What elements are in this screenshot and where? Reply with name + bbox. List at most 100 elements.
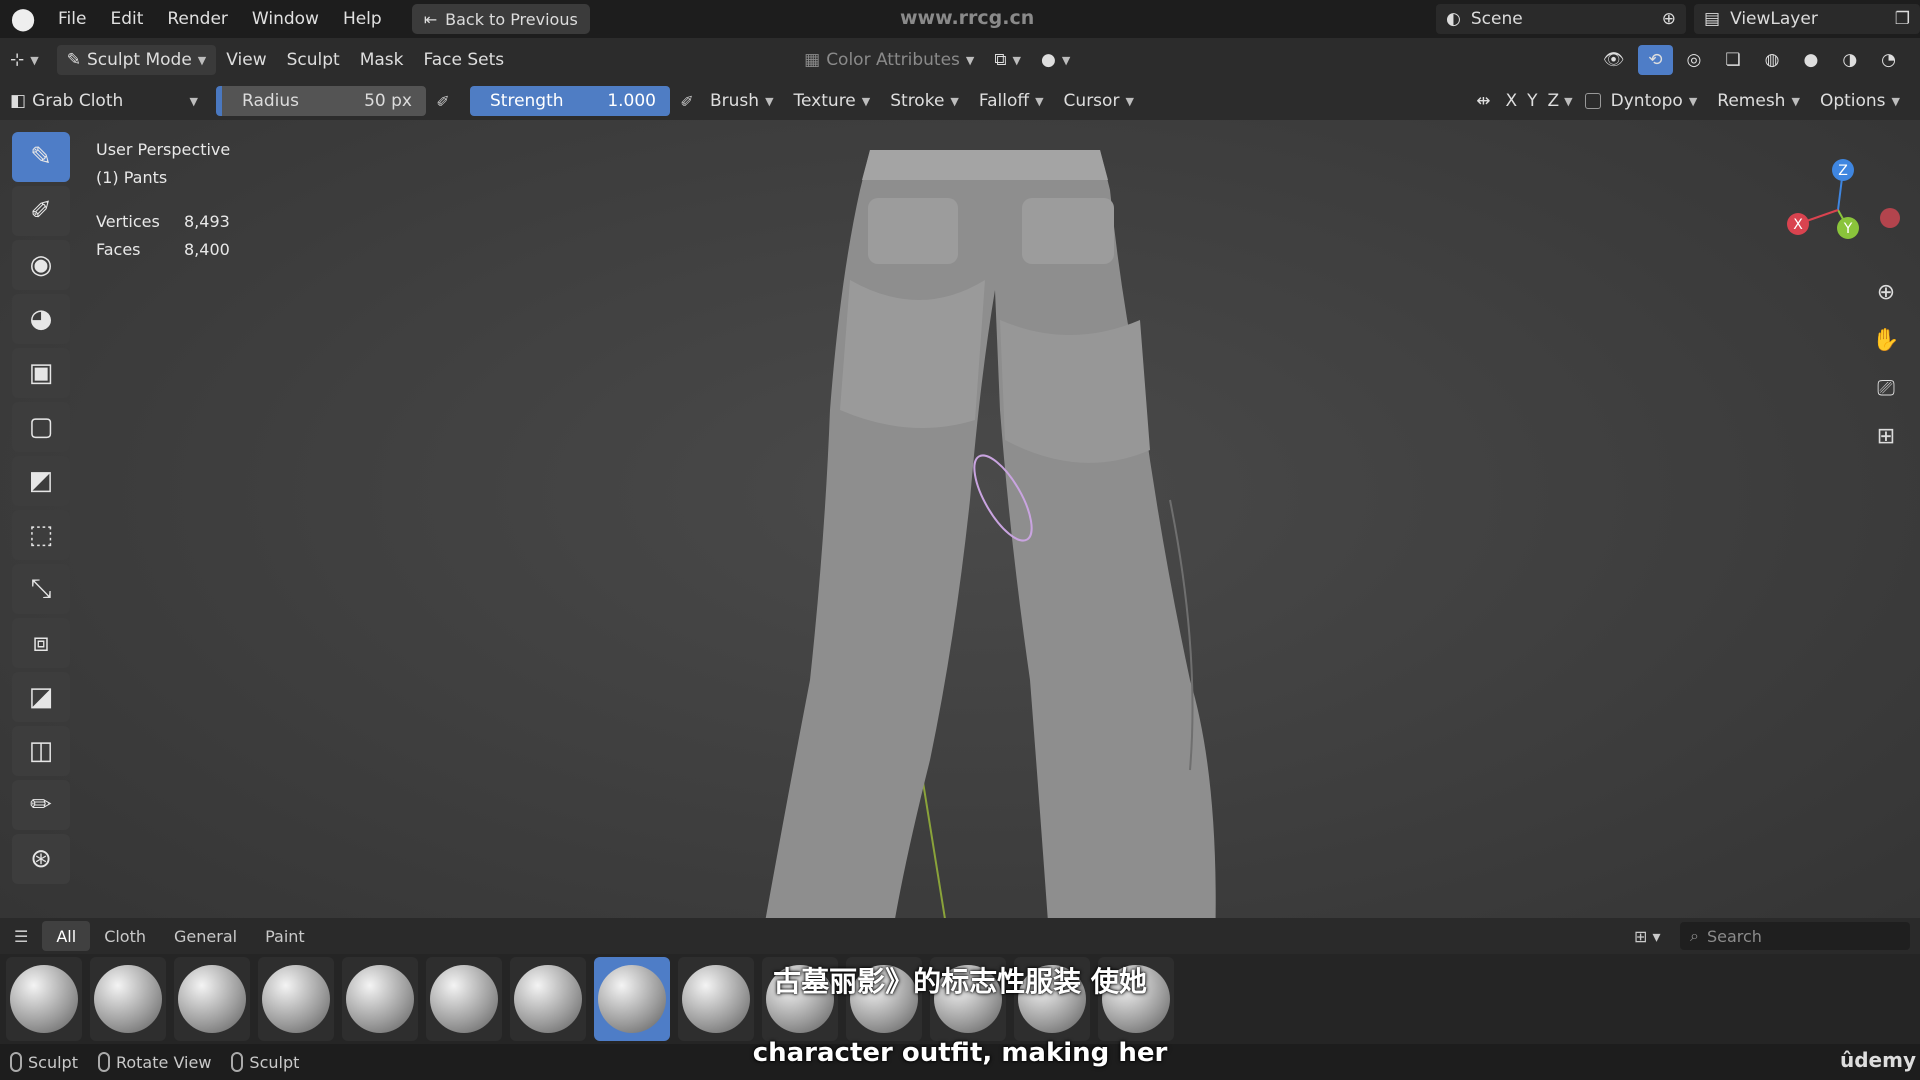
brush-menu-label: Brush (710, 91, 760, 111)
options-menu[interactable]: Options ▼ (1810, 86, 1910, 116)
tab-general[interactable]: General (160, 921, 251, 951)
back-icon: ⇤ (423, 9, 438, 29)
axis-y-toggle[interactable]: Y (1522, 86, 1542, 116)
mode-dropdown[interactable]: ✎ Sculpt Mode ▼ (56, 45, 217, 75)
scrape-tool[interactable]: ◫ (12, 726, 70, 776)
search-placeholder: Search (1706, 926, 1762, 946)
menu-render[interactable]: Render (155, 9, 240, 29)
view-layer-selector[interactable]: ▤ ViewLayer ❐ (1694, 4, 1920, 34)
copy-icon[interactable]: ❐ (1895, 9, 1920, 29)
material-shading-icon[interactable]: ◑ (1832, 45, 1867, 75)
pressure-pen-icon[interactable]: ✐ (674, 88, 700, 114)
falloff-menu[interactable]: Falloff ▼ (969, 86, 1054, 116)
brush-search-input[interactable]: ⌕ Search (1680, 922, 1910, 950)
navigation-gizmo[interactable]: Z Y X (1770, 140, 1900, 260)
subtitle-line-1: 古墓丽影》的标志性服装 使她 (773, 965, 1147, 998)
texture-menu-label: Texture (793, 91, 856, 111)
color-attributes-icon: ▦ (804, 50, 821, 70)
menu-file[interactable]: File (46, 9, 98, 29)
menu-face-sets[interactable]: Face Sets (414, 45, 515, 75)
cursor-menu[interactable]: Cursor ▼ (1054, 86, 1144, 116)
brush-menu[interactable]: Brush ▼ (700, 86, 784, 116)
tool-settings-bar: ◧ Grab Cloth ▼ Radius 50 px ✐ Strength 1… (0, 82, 1920, 120)
3d-viewport[interactable]: ✎ ✐ ◉ ◕ ▣ ▢ ◩ ⬚ ⤡ ⧈ ◪ ◫ ✏ ⊛ User Perspec… (0, 120, 1920, 950)
overlay-toggle-icon[interactable]: ◎ (1677, 45, 1712, 75)
menu-edit[interactable]: Edit (98, 9, 155, 29)
editor-icon: ⊹ (10, 50, 25, 70)
blob-tool[interactable]: ◩ (12, 456, 70, 506)
editor-type-dropdown[interactable]: ⊹ ▼ (0, 45, 49, 75)
visibility-icon[interactable]: 👁 (1593, 45, 1635, 75)
clay-tool[interactable]: ◉ (12, 240, 70, 290)
brush-selector[interactable]: ◧ Grab Cloth ▼ (0, 86, 208, 116)
menu-sculpt[interactable]: Sculpt (277, 45, 350, 75)
clay-strips-tool[interactable]: ◕ (12, 294, 70, 344)
shelf-menu-icon[interactable]: ☰ (0, 921, 42, 951)
fold-right (1000, 320, 1150, 463)
watermark-text: www.rrcg.cn (900, 7, 1035, 29)
remesh-menu[interactable]: Remesh ▼ (1707, 86, 1810, 116)
crease-tool[interactable]: ⬚ (12, 510, 70, 560)
menu-mask[interactable]: Mask (350, 45, 414, 75)
solid-shading-icon[interactable]: ● (1793, 45, 1828, 75)
active-object-label: (1) Pants (96, 168, 168, 187)
transform-tool[interactable]: ⊛ (12, 834, 70, 884)
symmetry-dropdown[interactable]: ⧉ ▼ (984, 45, 1031, 75)
perspective-toggle-icon[interactable]: ⊞ (1866, 416, 1906, 456)
chevron-down-icon: ▼ (765, 94, 774, 108)
pivot-icon: ● (1040, 50, 1056, 70)
chevron-down-icon: ▼ (197, 53, 207, 67)
radius-label: Radius (242, 91, 300, 111)
color-attributes-dropdown[interactable]: ▦ Color Attributes ▼ (794, 45, 984, 75)
tab-cloth[interactable]: Cloth (90, 921, 160, 951)
axis-x-toggle[interactable]: X (1500, 86, 1522, 116)
back-to-previous-button[interactable]: ⇤ Back to Previous (411, 4, 590, 34)
menu-help[interactable]: Help (331, 9, 394, 29)
menu-window[interactable]: Window (240, 9, 331, 29)
draw-brush-tool[interactable]: ✎ (12, 132, 70, 182)
pressure-pen-icon[interactable]: ✐ (430, 88, 456, 114)
layer-tool[interactable]: ▣ (12, 348, 70, 398)
camera-view-icon[interactable]: ⎚ (1866, 368, 1906, 408)
rendered-shading-icon[interactable]: ◔ (1871, 45, 1906, 75)
options-label: Options (1819, 91, 1886, 111)
menu-view[interactable]: View (216, 45, 276, 75)
chevron-down-icon: ▼ (1891, 94, 1900, 108)
dyntopo-menu[interactable]: Dyntopo ▼ (1601, 86, 1708, 116)
smooth-tool[interactable]: ⤡ (12, 564, 70, 614)
annotate-tool[interactable]: ✏ (12, 780, 70, 830)
texture-menu[interactable]: Texture ▼ (784, 86, 881, 116)
inflate-tool[interactable]: ▢ (12, 402, 70, 452)
tab-all[interactable]: All (42, 921, 91, 951)
stroke-menu[interactable]: Stroke ▼ (880, 86, 969, 116)
mirror-icon[interactable]: ⇹ (1466, 86, 1500, 116)
stat-label: Vertices (96, 212, 160, 231)
grid-view-icon[interactable]: ⊞ ▾ (1620, 921, 1675, 951)
wireframe-shading-icon[interactable]: ◍ (1755, 45, 1790, 75)
dyntopo-checkbox[interactable] (1584, 93, 1601, 109)
pan-hand-icon[interactable]: ✋ (1866, 320, 1906, 360)
chevron-down-icon: ▼ (189, 94, 198, 108)
axis-z-toggle[interactable]: Z (1543, 86, 1565, 116)
radius-value: 50 px (364, 91, 412, 111)
blender-logo-icon[interactable]: ⬤ (0, 0, 46, 38)
chevron-down-icon: ▼ (1012, 53, 1021, 67)
xray-icon[interactable]: ❏ (1715, 45, 1750, 75)
chevron-down-icon[interactable]: ▼ (1564, 95, 1572, 108)
strength-value: 1.000 (607, 91, 656, 111)
falloff-menu-label: Falloff (978, 91, 1030, 111)
fill-tool[interactable]: ◪ (12, 672, 70, 722)
pin-icon[interactable]: ⊕ (1662, 9, 1686, 29)
radius-field[interactable]: Radius 50 px (216, 86, 426, 116)
back-pocket-right (1022, 198, 1114, 264)
strength-field[interactable]: Strength 1.000 (470, 86, 670, 116)
gizmo-toggle-icon[interactable]: ⟲ (1638, 45, 1673, 75)
remesh-label: Remesh (1717, 91, 1786, 111)
draw-sharp-tool[interactable]: ✐ (12, 186, 70, 236)
pivot-dropdown[interactable]: ● ▼ (1031, 45, 1080, 75)
zoom-icon[interactable]: ⊕ (1866, 272, 1906, 312)
flatten-tool[interactable]: ⧈ (12, 618, 70, 668)
udemy-logo: ûdemy (1840, 1048, 1916, 1072)
scene-selector[interactable]: ◐ Scene ⊕ (1436, 4, 1686, 34)
tab-paint[interactable]: Paint (251, 921, 319, 951)
